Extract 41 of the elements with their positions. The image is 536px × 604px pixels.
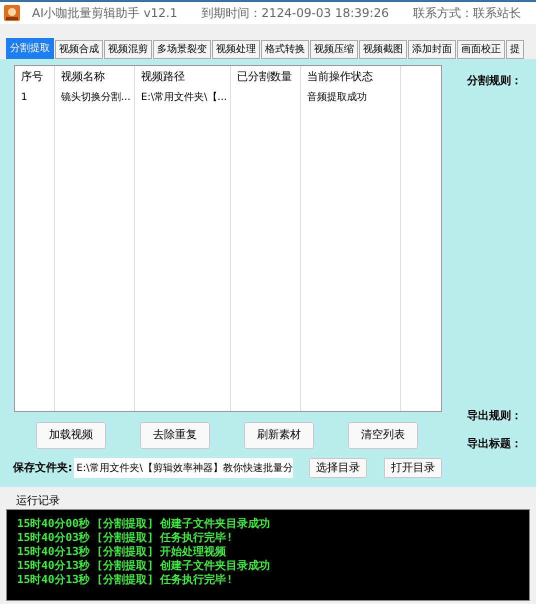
log-line: 15时40分13秒 [分割提取] 开始处理视频 bbox=[17, 546, 228, 558]
tab[interactable]: 视频压缩 bbox=[310, 40, 358, 59]
save-folder-label: 保存文件夹: bbox=[13, 460, 72, 476]
log-line: 15时40分03秒 [分割提取] 任务执行完毕! bbox=[17, 532, 234, 544]
action-button[interactable]: 去除重复 bbox=[140, 422, 210, 449]
table-cell-text: 音频提取成功 bbox=[307, 90, 367, 104]
table-cell-text: 1 bbox=[21, 90, 28, 104]
table-cell-text: 镜头切换分割... bbox=[61, 90, 131, 104]
column-header: 视频名称 bbox=[61, 69, 106, 85]
tab[interactable]: 视频处理 bbox=[212, 40, 260, 59]
expiry-text: 到期时间：2124-09-03 18:39:26 bbox=[201, 5, 389, 22]
log-title: 运行记录 bbox=[15, 493, 61, 509]
column-header: 视频路径 bbox=[141, 69, 186, 85]
column-header: 当前操作状态 bbox=[307, 69, 374, 85]
setting-label: 导出规则： bbox=[467, 408, 522, 424]
contact-text: 联系方式：联系站长 bbox=[412, 5, 521, 22]
setting-label: 导出标题： bbox=[467, 436, 522, 452]
tab[interactable]: 视频合成 bbox=[55, 40, 103, 59]
tab[interactable]: 格式转换 bbox=[261, 40, 309, 59]
action-button[interactable]: 加载视频 bbox=[36, 422, 106, 449]
window-title: AI小咖批量剪辑助手 v12.1 bbox=[32, 5, 178, 22]
tab[interactable]: 分割提取 bbox=[6, 38, 54, 59]
app-logo-icon bbox=[4, 5, 20, 21]
setting-label: 分割规则： bbox=[467, 73, 522, 89]
tab[interactable]: 画面校正 bbox=[457, 40, 505, 59]
log-line: 15时40分13秒 [分割提取] 任务执行完毕! bbox=[17, 574, 234, 586]
column-header: 序号 bbox=[21, 69, 44, 85]
table-cell-text: E:\常用文件夹\【... bbox=[141, 90, 227, 104]
tab[interactable]: 提 bbox=[506, 40, 524, 59]
tab[interactable]: 视频混剪 bbox=[104, 40, 152, 59]
column-header: 已分割数量 bbox=[237, 69, 293, 85]
action-button[interactable]: 清空列表 bbox=[348, 422, 418, 449]
tab[interactable]: 添加封面 bbox=[408, 40, 456, 59]
folder-button[interactable]: 打开目录 bbox=[384, 458, 442, 478]
log-line: 15时40分00秒 [分割提取] 创建子文件夹目录成功 bbox=[17, 518, 272, 530]
tab[interactable]: 多场景裂变 bbox=[153, 40, 211, 59]
action-button[interactable]: 刷新素材 bbox=[244, 422, 314, 449]
tab[interactable]: 视频截图 bbox=[359, 40, 407, 59]
folder-button[interactable]: 选择目录 bbox=[309, 458, 367, 478]
log-line: 15时40分13秒 [分割提取] 创建子文件夹目录成功 bbox=[17, 560, 272, 572]
save-folder-field[interactable]: E:\常用文件夹\【剪辑效率神器】教你快速批量分 bbox=[74, 458, 293, 478]
